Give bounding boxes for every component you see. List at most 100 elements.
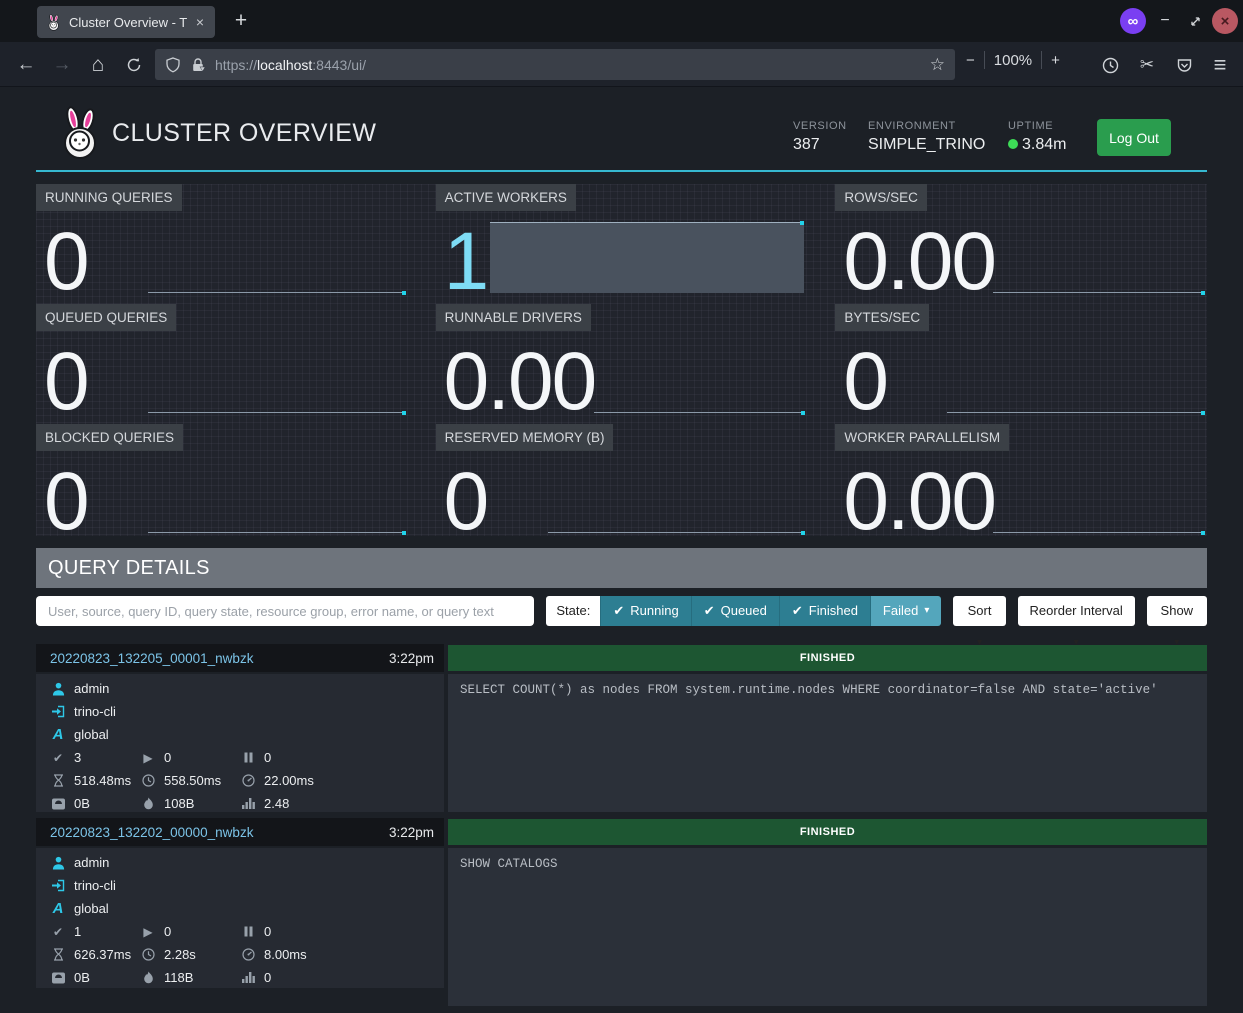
query-source-row: trino-cli xyxy=(36,700,444,723)
version-label: VERSION xyxy=(793,120,847,132)
bookmark-star-icon[interactable]: ☆ xyxy=(930,55,945,75)
sparkline xyxy=(594,412,805,413)
stat-label: RUNNABLE DRIVERS xyxy=(436,304,591,331)
zoom-in-button[interactable]: + xyxy=(1051,52,1060,69)
total-time-clock-icon xyxy=(140,948,156,961)
uptime-status-dot xyxy=(1008,139,1018,149)
window-restore-button[interactable] xyxy=(1182,8,1208,34)
sparkline-dot xyxy=(402,411,406,415)
zoom-out-button[interactable]: − xyxy=(966,52,975,69)
running-splits: 0 xyxy=(164,924,171,939)
query-id-link[interactable]: 20220823_132202_00000_nwbzk xyxy=(36,825,253,840)
sort-dropdown[interactable]: Sort ▾ xyxy=(953,596,1005,626)
pocket-icon xyxy=(1176,57,1193,74)
pocket-button[interactable] xyxy=(1170,51,1198,79)
sparkline xyxy=(148,412,405,413)
menu-hamburger-button[interactable]: ≡ xyxy=(1206,51,1234,79)
completed-splits-check-icon: ✔ xyxy=(50,751,66,765)
show-dropdown[interactable]: Show ▾ xyxy=(1147,596,1207,626)
cumulative-memory: 108B xyxy=(164,796,194,811)
sparkline-dot xyxy=(402,291,406,295)
reorder-interval-dropdown[interactable]: Reorder Interval ▾ xyxy=(1018,596,1135,626)
state-filter-group: State: ✔Running ✔Queued ✔Finished Failed… xyxy=(546,596,941,626)
query-user: admin xyxy=(74,855,109,870)
query-text: SELECT COUNT(*) as nodes FROM system.run… xyxy=(448,674,1207,812)
total-time: 558.50ms xyxy=(164,773,221,788)
reorder-interval-label: Reorder Interval xyxy=(1030,603,1123,618)
url-bar[interactable]: https://localhost:8443/ui/ ☆ xyxy=(155,49,955,80)
query-row: 20220823_132205_00001_nwbzk 3:22pm FINIS… xyxy=(36,644,1207,812)
lock-warning-icon[interactable] xyxy=(190,57,206,73)
tab-close-icon[interactable]: × xyxy=(194,14,206,30)
stat-value: 0 xyxy=(444,468,488,535)
query-source-row: trino-cli xyxy=(36,874,444,897)
query-search-input[interactable] xyxy=(36,596,534,626)
stat-card-active-workers: ACTIVE WORKERS 1 xyxy=(436,184,808,296)
screenshot-scissors-button[interactable]: ✂ xyxy=(1133,51,1161,79)
environment-value: SIMPLE_TRINO xyxy=(868,136,985,154)
cluster-stats-grid: RUNNING QUERIES 0 ACTIVE WORKERS 1 ROWS/… xyxy=(36,184,1207,536)
filter-finished-button[interactable]: ✔Finished xyxy=(779,596,870,626)
new-tab-button[interactable]: + xyxy=(226,7,256,35)
current-memory: 0B xyxy=(74,970,90,985)
filter-running-button[interactable]: ✔Running xyxy=(600,596,690,626)
trino-logo xyxy=(58,106,104,160)
query-info-panel: admin trino-cli Aglobal ✔3 ▶0 0 xyxy=(36,674,444,812)
tab-title: Cluster Overview - Trino xyxy=(69,15,187,30)
query-row-header: 20220823_132205_00001_nwbzk 3:22pm FINIS… xyxy=(36,644,1207,672)
uptime-text: 3.84m xyxy=(1022,136,1066,153)
zoom-level[interactable]: 100% xyxy=(994,52,1032,69)
page-title: CLUSTER OVERVIEW xyxy=(112,119,376,148)
stat-label: RUNNING QUERIES xyxy=(36,184,182,211)
sparkline xyxy=(148,292,405,293)
user-icon xyxy=(50,856,66,870)
query-details-header: QUERY DETAILS xyxy=(36,548,1207,588)
rows-per-sec-bars-icon xyxy=(240,798,256,809)
queued-splits: 0 xyxy=(264,924,271,939)
wall-time: 518.48ms xyxy=(74,773,131,788)
browser-tab[interactable]: Cluster Overview - Trino × xyxy=(37,6,215,38)
history-clock-button[interactable] xyxy=(1096,51,1124,79)
filter-queued-button[interactable]: ✔Queued xyxy=(691,596,779,626)
query-list: 20220823_132205_00001_nwbzk 3:22pm FINIS… xyxy=(36,644,1207,1006)
queued-splits: 0 xyxy=(264,750,271,765)
check-icon: ✔ xyxy=(613,596,624,626)
separator xyxy=(1041,51,1042,69)
home-button[interactable]: ⌂ xyxy=(84,51,112,79)
environment-info: ENVIRONMENT SIMPLE_TRINO xyxy=(868,120,985,154)
current-memory-scale-icon xyxy=(50,972,66,984)
logout-button[interactable]: Log Out xyxy=(1097,119,1171,156)
query-times-row: 518.48ms 558.50ms 22.00ms xyxy=(36,769,444,792)
stat-value: 0 xyxy=(44,348,88,415)
browser-titlebar: Cluster Overview - Trino × + ∞ − × xyxy=(0,0,1243,42)
query-row: 20220823_132202_00000_nwbzk 3:22pm FINIS… xyxy=(36,818,1207,1006)
sparkline-dot xyxy=(1201,531,1205,535)
query-resource-group: global xyxy=(74,901,109,916)
trino-favicon-icon xyxy=(46,14,62,31)
query-source: trino-cli xyxy=(74,878,116,893)
back-button[interactable]: ← xyxy=(12,51,40,79)
window-minimize-button[interactable]: − xyxy=(1152,8,1178,34)
stat-card-bytes-per-sec: BYTES/SEC 0 xyxy=(835,304,1207,416)
current-memory: 0B xyxy=(74,796,90,811)
sparkline xyxy=(947,412,1204,413)
stat-card-runnable-drivers: RUNNABLE DRIVERS 0.00 xyxy=(436,304,808,416)
clock-icon xyxy=(1102,57,1119,74)
query-id-link[interactable]: 20220823_132205_00001_nwbzk xyxy=(36,651,253,666)
sparkline-dot xyxy=(800,221,804,225)
query-info-panel: admin trino-cli Aglobal ✔1 ▶0 0 xyxy=(36,848,444,988)
query-row-header: 20220823_132202_00000_nwbzk 3:22pm FINIS… xyxy=(36,818,1207,846)
tracking-shield-icon[interactable] xyxy=(165,57,181,73)
sparkline xyxy=(993,292,1204,293)
window-close-button[interactable]: × xyxy=(1212,8,1238,34)
browser-navbar: ← → ⌂ https://localhost:8443/ui/ ☆ − 100… xyxy=(0,42,1243,87)
stat-value: 0.00 xyxy=(843,228,995,295)
uptime-info: UPTIME 3.84m xyxy=(1008,120,1066,154)
reload-button[interactable] xyxy=(120,51,148,79)
filter-failed-dropdown[interactable]: Failed▾ xyxy=(870,596,941,626)
stat-value: 0 xyxy=(44,468,88,535)
forward-button[interactable]: → xyxy=(48,51,76,79)
wall-time-hourglass-icon xyxy=(50,774,66,787)
resource-group-icon: A xyxy=(50,726,66,743)
url-text: https://localhost:8443/ui/ xyxy=(215,57,366,73)
